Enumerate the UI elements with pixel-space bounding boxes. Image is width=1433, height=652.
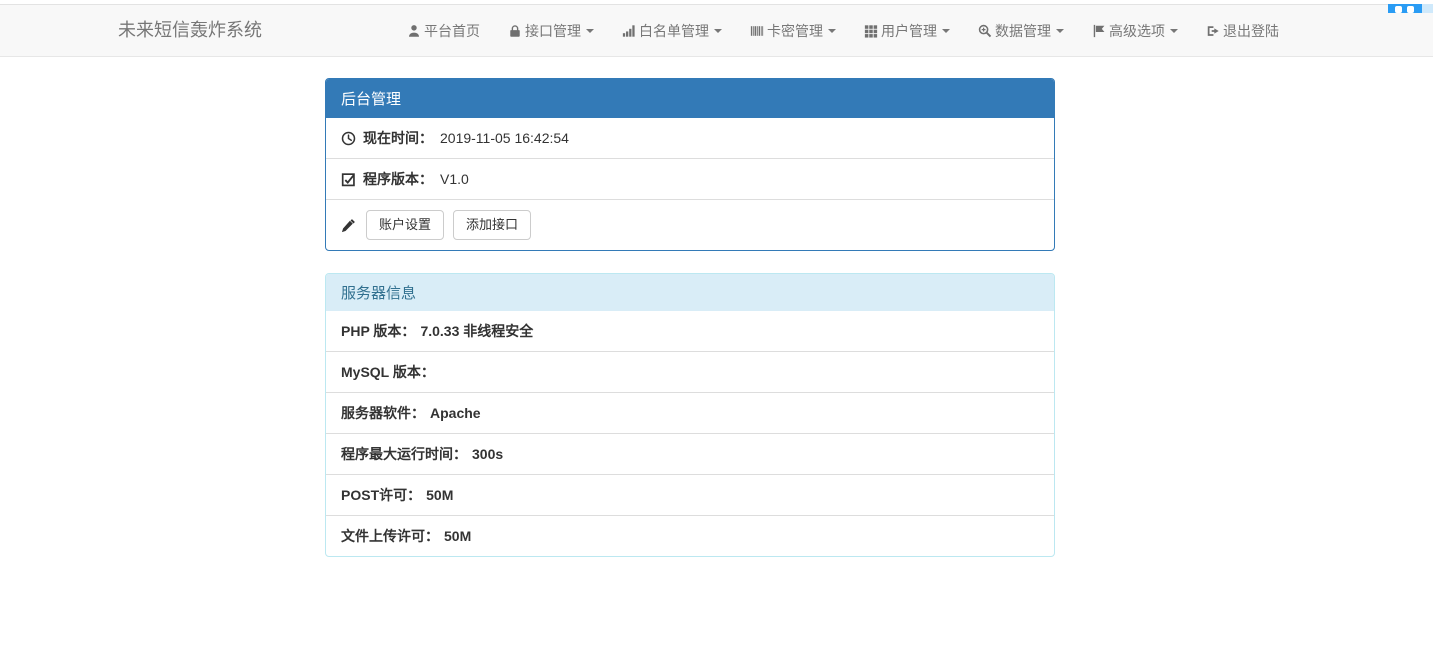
flag-icon	[1092, 24, 1106, 38]
clock-icon	[341, 131, 356, 146]
row-value: 50M	[426, 487, 453, 503]
nav-item-cardkey-management[interactable]: 卡密管理	[736, 21, 850, 41]
chevron-down-icon	[1056, 29, 1064, 33]
nav-item-label: 退出登陆	[1223, 21, 1279, 41]
row-label: 文件上传许可：	[341, 528, 439, 544]
overlay-blue-segment	[1388, 4, 1422, 13]
server-row-post-limit: POST许可： 50M	[326, 474, 1054, 515]
server-row-php-version: PHP 版本： 7.0.33 非线程安全	[326, 311, 1054, 351]
barcode-icon	[750, 24, 764, 38]
row-value: 7.0.33 非线程安全	[420, 323, 533, 339]
nav-item-data-management[interactable]: 数据管理	[964, 21, 1078, 41]
nav-item-whitelist-management[interactable]: 白名单管理	[608, 21, 736, 41]
account-settings-button[interactable]: 账户设置	[366, 210, 444, 240]
overlay-dot-icon	[1407, 6, 1414, 13]
row-label: 服务器软件：	[341, 405, 425, 421]
server-row-upload-limit: 文件上传许可： 50M	[326, 515, 1054, 556]
site-title[interactable]: 未来短信轰炸系统	[118, 5, 262, 56]
logout-icon	[1206, 24, 1220, 38]
row-label: MySQL 版本：	[341, 364, 435, 380]
nav-item-label: 接口管理	[525, 21, 581, 41]
add-api-button[interactable]: 添加接口	[453, 210, 531, 240]
row-value: 2019-11-05 16:42:54	[440, 128, 569, 148]
check-icon	[341, 172, 356, 187]
nav-item-label: 平台首页	[424, 21, 480, 41]
zoom-in-icon	[978, 24, 992, 38]
overlay-light-segment	[1422, 4, 1433, 13]
user-icon	[407, 24, 421, 38]
row-value: Apache	[430, 405, 481, 421]
server-info-panel: 服务器信息 PHP 版本： 7.0.33 非线程安全 MySQL 版本： 服务器软件：…	[325, 273, 1055, 557]
row-value: V1.0	[440, 169, 469, 189]
nav-item-label: 数据管理	[995, 21, 1051, 41]
admin-row-program-version: 程序版本： V1.0	[326, 158, 1054, 199]
nav-item-user-management[interactable]: 用户管理	[850, 21, 964, 41]
overlay-dot-icon	[1395, 6, 1402, 13]
server-info-body: PHP 版本： 7.0.33 非线程安全 MySQL 版本： 服务器软件： Apache…	[326, 311, 1054, 556]
admin-actions-row: 账户设置添加接口	[326, 199, 1054, 250]
nav-item-label: 卡密管理	[767, 21, 823, 41]
nav-menu: 平台首页 接口管理 白名单管理 卡密管理 用户管理 数据管理 高级选项 退出登陆	[393, 5, 1293, 56]
main-content: 后台管理 现在时间： 2019-11-05 16:42:54 程序版本： V1.0 账户…	[325, 57, 1055, 557]
chevron-down-icon	[586, 29, 594, 33]
navbar: 未来短信轰炸系统 平台首页 接口管理 白名单管理 卡密管理 用户管理 数据管理 高级选项 退出…	[0, 4, 1433, 57]
nav-item-api-management[interactable]: 接口管理	[494, 21, 608, 41]
nav-item-label: 白名单管理	[639, 21, 709, 41]
admin-panel-body: 现在时间： 2019-11-05 16:42:54 程序版本： V1.0 账户设置添加接…	[326, 118, 1054, 250]
nav-item-platform-home[interactable]: 平台首页	[393, 21, 494, 41]
nav-item-label: 高级选项	[1109, 21, 1165, 41]
chevron-down-icon	[714, 29, 722, 33]
chevron-down-icon	[828, 29, 836, 33]
row-value: 300s	[472, 446, 503, 462]
nav-item-label: 用户管理	[881, 21, 937, 41]
nav-item-logout[interactable]: 退出登陆	[1192, 21, 1293, 41]
row-label: 现在时间：	[363, 128, 433, 148]
nav-item-advanced-options[interactable]: 高级选项	[1078, 21, 1192, 41]
row-value: 50M	[444, 528, 471, 544]
admin-panel: 后台管理 现在时间： 2019-11-05 16:42:54 程序版本： V1.0 账户…	[325, 78, 1055, 251]
lock-icon	[508, 24, 522, 38]
browser-overlay-fragment	[1388, 4, 1433, 13]
admin-panel-title: 后台管理	[326, 79, 1054, 118]
admin-row-current-time: 现在时间： 2019-11-05 16:42:54	[326, 118, 1054, 158]
row-label: PHP 版本：	[341, 323, 415, 339]
chevron-down-icon	[942, 29, 950, 33]
signal-icon	[622, 24, 636, 38]
server-row-mysql-version: MySQL 版本：	[326, 351, 1054, 392]
pencil-icon	[341, 218, 356, 233]
server-row-max-execution-time: 程序最大运行时间： 300s	[326, 433, 1054, 474]
server-info-title: 服务器信息	[326, 274, 1054, 311]
row-label: 程序最大运行时间：	[341, 446, 467, 462]
server-row-server-software: 服务器软件： Apache	[326, 392, 1054, 433]
chevron-down-icon	[1170, 29, 1178, 33]
row-label: POST许可：	[341, 487, 421, 503]
row-label: 程序版本：	[363, 169, 433, 189]
grid-icon	[864, 24, 878, 38]
